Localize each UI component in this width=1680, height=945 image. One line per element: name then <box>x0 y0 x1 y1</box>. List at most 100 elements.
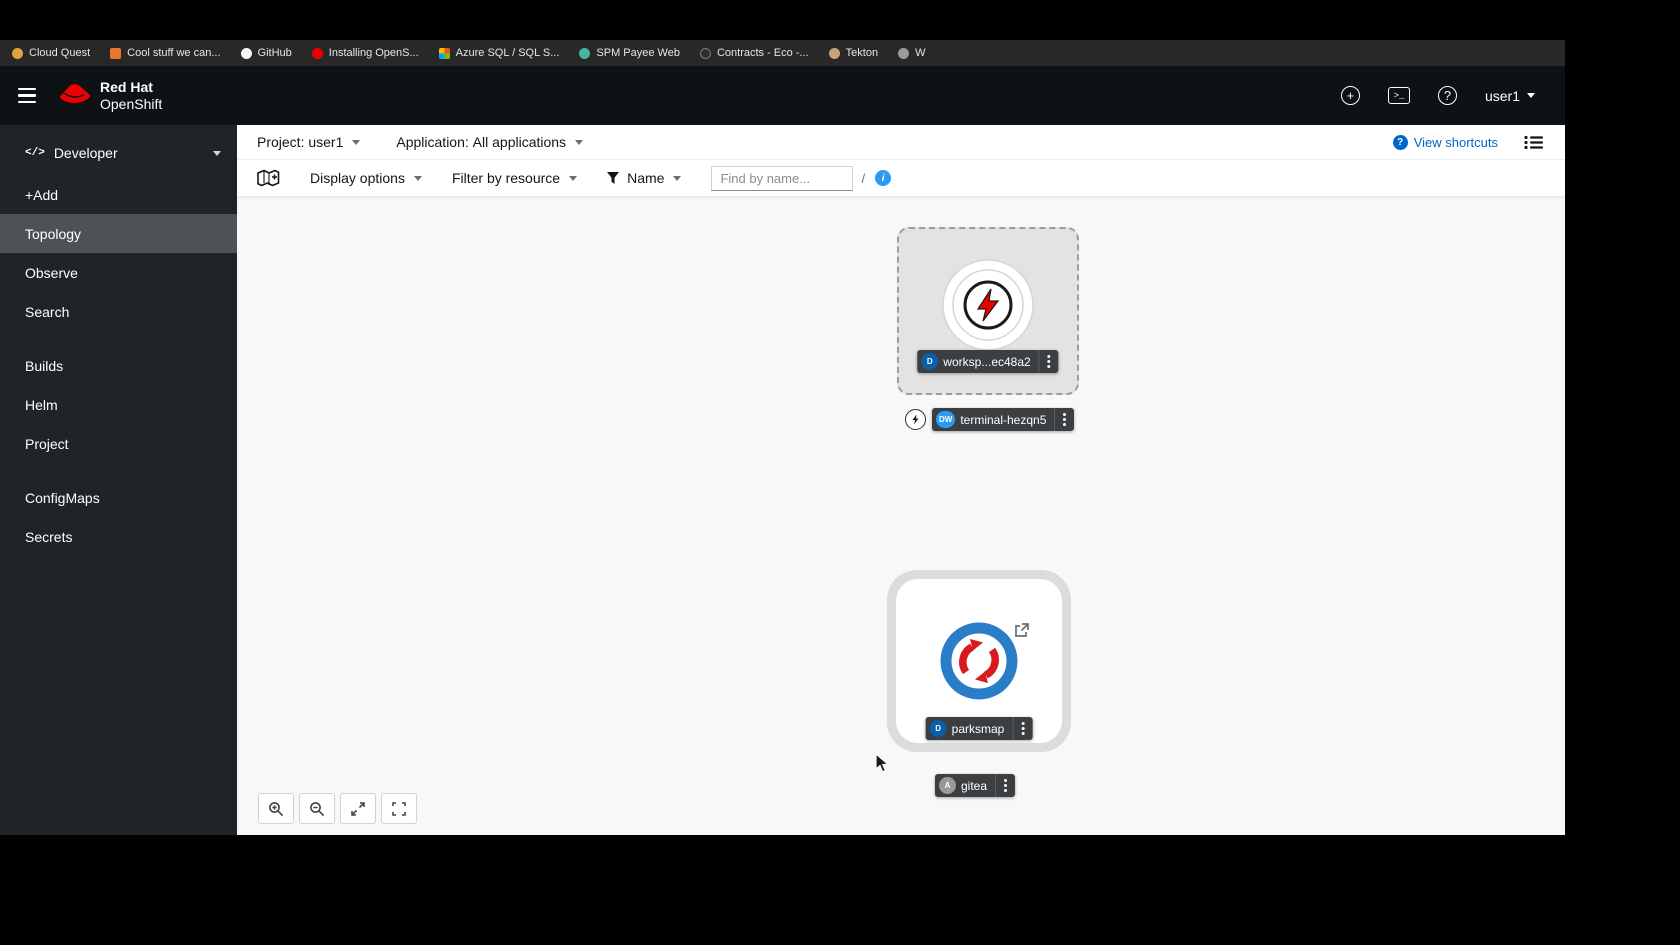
bookmark-w[interactable]: W <box>898 47 925 59</box>
kebab-menu-icon[interactable] <box>1054 408 1074 431</box>
project-prefix: Project: <box>257 134 305 150</box>
bookmark-contracts[interactable]: Contracts - Eco -... <box>699 47 809 59</box>
sidebar-item-helm[interactable]: Helm <box>0 385 237 424</box>
application-value: All applications <box>472 134 567 150</box>
export-application-icon[interactable] <box>257 169 280 187</box>
bookmark-cool-stuff[interactable]: Cool stuff we can... <box>110 47 221 59</box>
gitea-node-label[interactable]: A gitea <box>935 774 1016 797</box>
masthead: Red Hat OpenShift + >_ ? user1 <box>0 66 1565 125</box>
bookmark-spm-payee[interactable]: SPM Payee Web <box>579 47 680 59</box>
filter-by-resource-dropdown[interactable]: Filter by resource <box>451 170 578 186</box>
sidebar-item-project[interactable]: Project <box>0 424 237 463</box>
bookmark-label: W <box>915 47 926 59</box>
github-favicon <box>240 47 252 59</box>
bookmark-installing-openshift[interactable]: Installing OpenS... <box>311 47 419 59</box>
brand-line2: OpenShift <box>100 95 163 112</box>
info-icon[interactable]: i <box>875 170 892 186</box>
list-view-toggle-icon[interactable] <box>1524 135 1543 150</box>
bookmark-azure-sql[interactable]: Azure SQL / SQL S... <box>438 47 560 59</box>
chevron-down-icon <box>575 139 584 145</box>
zoom-in-button[interactable] <box>258 793 294 824</box>
bookmark-label: Cool stuff we can... <box>127 47 221 59</box>
display-options-dropdown[interactable]: Display options <box>310 170 422 186</box>
tekton-favicon <box>828 47 840 59</box>
chevron-down-icon <box>1527 93 1535 98</box>
redhat-favicon <box>311 47 323 59</box>
sidebar-item-search[interactable]: Search <box>0 292 237 331</box>
devworkspace-badge: DW <box>936 411 956 428</box>
zoom-out-button[interactable] <box>299 793 335 824</box>
node-label-text: worksp...ec48a2 <box>943 354 1031 369</box>
project-dropdown[interactable]: Project: user1 <box>257 134 361 150</box>
view-shortcuts-link[interactable]: ? View shortcuts <box>1392 134 1498 150</box>
application-dropdown[interactable]: Application: All applications <box>396 134 584 150</box>
bookmark-tekton[interactable]: Tekton <box>828 47 879 59</box>
user-menu[interactable]: user1 <box>1485 88 1535 104</box>
application-prefix: Application: <box>396 134 469 150</box>
chevron-down-icon <box>413 175 422 181</box>
deployment-badge: D <box>929 720 947 737</box>
kebab-menu-icon[interactable] <box>1038 350 1059 373</box>
filter-funnel-icon <box>607 172 620 184</box>
name-filter-label: Name <box>627 170 665 186</box>
sidebar-item-topology[interactable]: Topology <box>0 214 237 253</box>
username: user1 <box>1484 87 1520 104</box>
chevron-down-icon <box>673 175 682 181</box>
sidebar-item-add[interactable]: +Add <box>0 175 237 214</box>
context-bar: Project: user1 Application: All applicat… <box>237 125 1565 160</box>
external-link-icon[interactable] <box>1014 623 1029 638</box>
sidebar-item-secrets[interactable]: Secrets <box>0 517 237 556</box>
fit-to-screen-button[interactable] <box>340 793 376 824</box>
reset-view-button[interactable] <box>381 793 417 824</box>
find-by-name-input[interactable] <box>711 165 854 191</box>
bookmark-github[interactable]: GitHub <box>240 47 292 59</box>
chevron-down-icon <box>569 175 578 181</box>
bookmark-label: Tekton <box>845 47 879 59</box>
parksmap-node-label[interactable]: D parksmap <box>925 717 1033 740</box>
app-body: </> Developer +Add Topology Observe Sear… <box>0 125 1565 835</box>
microsoft-favicon <box>438 47 450 59</box>
bookmark-label: Azure SQL / SQL S... <box>455 47 560 59</box>
help-icon[interactable]: ? <box>1437 86 1457 105</box>
browser-window: Cloud Quest Cool stuff we can... GitHub … <box>0 40 1565 835</box>
kebab-menu-icon[interactable] <box>1012 717 1032 740</box>
book-favicon <box>110 47 122 59</box>
brand-text: Red Hat OpenShift <box>100 79 162 111</box>
sidebar-item-configmaps[interactable]: ConfigMaps <box>0 478 237 517</box>
project-value: user1 <box>308 134 344 150</box>
bookmark-label: SPM Payee Web <box>596 47 680 59</box>
slash-shortcut-hint: / <box>861 170 866 186</box>
add-plus-icon[interactable]: + <box>1340 86 1360 105</box>
sidebar-item-builds[interactable]: Builds <box>0 346 237 385</box>
feather-favicon <box>579 47 591 59</box>
redhat-fedora-icon <box>60 83 90 103</box>
workspace-node[interactable]: D worksp...ec48a2 <box>897 227 1079 395</box>
dark-circle-favicon <box>699 47 711 59</box>
topology-canvas[interactable]: D worksp...ec48a2 DW terminal-hezqn5 D p… <box>237 197 1565 835</box>
sidebar-nav: </> Developer +Add Topology Observe Sear… <box>0 125 237 835</box>
display-options-label: Display options <box>310 170 405 186</box>
bookmark-cloud-quest[interactable]: Cloud Quest <box>12 47 90 59</box>
devworkspace-decorator-icon[interactable] <box>905 409 926 430</box>
question-circle-icon: ? <box>1392 134 1408 150</box>
filter-by-resource-label: Filter by resource <box>451 170 561 186</box>
web-terminal-icon[interactable]: >_ <box>1387 87 1410 104</box>
kebab-menu-icon[interactable] <box>995 774 1015 797</box>
node-label-text: gitea <box>961 778 988 793</box>
hamburger-menu-icon[interactable] <box>18 87 36 104</box>
parksmap-node[interactable]: D parksmap <box>887 570 1071 752</box>
mouse-cursor <box>875 753 890 773</box>
perspective-switcher[interactable]: </> Developer <box>0 135 237 175</box>
terminal-node-label[interactable]: DW terminal-hezqn5 <box>932 408 1075 431</box>
terminal-node[interactable]: DW terminal-hezqn5 <box>905 408 1075 431</box>
workspace-node-label[interactable]: D worksp...ec48a2 <box>917 350 1059 373</box>
name-filter-dropdown[interactable]: Name <box>607 170 682 186</box>
topology-toolbar: Display options Filter by resource Name <box>237 160 1565 197</box>
bookmark-label: GitHub <box>257 47 292 59</box>
sidebar-item-observe[interactable]: Observe <box>0 253 237 292</box>
cloud-quest-favicon <box>12 47 23 59</box>
deployment-badge: D <box>921 353 939 370</box>
screen: Cloud Quest Cool stuff we can... GitHub … <box>0 0 1680 945</box>
bookmark-label: Contracts - Eco -... <box>716 47 809 59</box>
brand-logo[interactable]: Red Hat OpenShift <box>58 79 162 112</box>
